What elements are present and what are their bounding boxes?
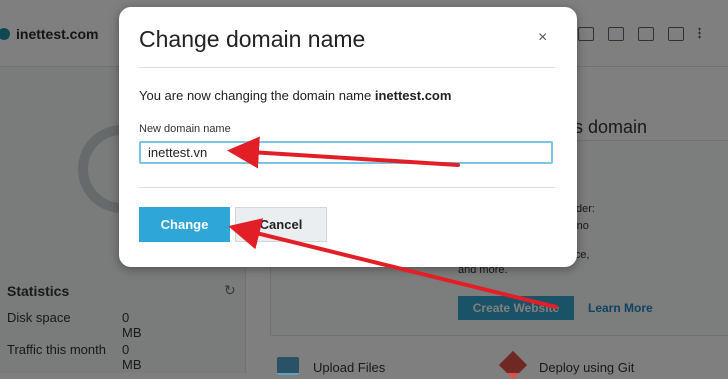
annotation-arrows	[227, 136, 558, 309]
annotation-arrow-to-input	[227, 136, 460, 169]
annotation-arrow-to-change	[228, 218, 558, 309]
